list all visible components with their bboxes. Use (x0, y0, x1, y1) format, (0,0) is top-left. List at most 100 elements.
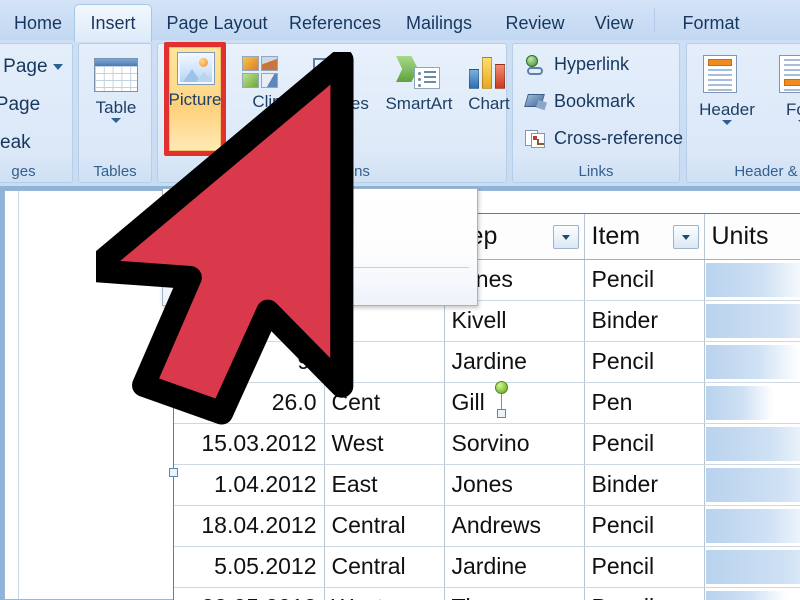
cell-region[interactable]: Central (324, 505, 445, 547)
cell-rep[interactable]: Gill (444, 382, 585, 424)
table-button[interactable]: Table (83, 50, 149, 123)
ribbon-groups: er Page k Page Break ges Table Tables (0, 40, 800, 186)
cell-units[interactable]: 3 (704, 587, 800, 600)
table-row[interactable]: 9. JardinePencil3 (174, 341, 800, 383)
filter-dropdown-rep[interactable] (552, 225, 579, 249)
group-label-header-footer: Header & (734, 163, 798, 180)
cell-item[interactable]: Pencil (584, 259, 705, 301)
cell-rep[interactable]: Thompson (444, 587, 585, 600)
bookmark-button[interactable]: Bookmark (524, 91, 636, 112)
cell-region[interactable]: West (324, 423, 445, 465)
resize-handle-top[interactable] (497, 409, 506, 418)
bookmark-label: Bookmark (554, 91, 636, 111)
cell-units[interactable]: 7 (704, 505, 800, 547)
clip-art-button[interactable]: Clip Art (233, 50, 301, 136)
chevron-down-icon (335, 114, 345, 119)
cell-item[interactable]: Binder (584, 300, 705, 342)
footer-button[interactable]: Foot (767, 50, 800, 125)
cell-date[interactable]: 1.04.2012 (174, 464, 325, 506)
tab-mailings[interactable]: Mailings (396, 6, 482, 40)
cell-date[interactable]: 22.05.2012 (174, 587, 325, 600)
cell-item[interactable]: Pencil (584, 341, 705, 383)
cell-units[interactable]: 5 (704, 300, 800, 342)
table-row[interactable]: 1.04.2012EastJonesBinder6 (174, 464, 800, 506)
rotation-handle[interactable] (495, 381, 508, 394)
cross-reference-icon (525, 129, 547, 149)
column-header-units-label: Units (711, 221, 769, 250)
clip-art-label-line1: Clip (252, 92, 282, 111)
cell-date[interactable]: 2 (174, 300, 325, 342)
cell-region[interactable]: Cent (324, 382, 445, 424)
cell-item[interactable]: Binder (584, 464, 705, 506)
cell-item[interactable]: Pencil (584, 423, 705, 465)
cell-region[interactable]: Central (324, 546, 445, 588)
table-row[interactable]: 5.05.2012CentralJardinePencil9 (174, 546, 800, 588)
table-row[interactable]: 15.03.2012WestSorvinoPencil5 (174, 423, 800, 465)
chart-label: Chart (468, 94, 510, 113)
tab-review[interactable]: Review (496, 6, 574, 40)
cell-date[interactable]: 18.04.2012 (174, 505, 325, 547)
cell-item[interactable]: Pencil (584, 505, 705, 547)
units-value: 3 (712, 342, 800, 382)
hyperlink-button[interactable]: Hyperlink (525, 54, 629, 75)
group-tables: Table Tables (78, 43, 152, 183)
cell-date[interactable]: 9. (174, 341, 325, 383)
group-pages: er Page k Page Break ges (0, 43, 73, 183)
table-body: JonesPencil92alKivellBinder59.JardinePen… (174, 259, 800, 600)
cell-item[interactable]: Pen (584, 382, 705, 424)
cell-region[interactable]: al (324, 300, 445, 342)
cell-rep[interactable]: Jardine (444, 341, 585, 383)
table-row[interactable]: 26.0CentGillPen2 (174, 382, 800, 424)
clip-art-icon (242, 56, 278, 88)
cell-units[interactable]: 9 (704, 259, 800, 301)
cover-page-button[interactable]: er Page (0, 56, 63, 78)
bookmark-icon (524, 92, 548, 112)
chevron-down-icon (262, 131, 272, 136)
help-icon: ? (175, 273, 200, 298)
cell-units[interactable]: 3 (704, 341, 800, 383)
cross-reference-button[interactable]: Cross-reference (525, 128, 683, 149)
cell-rep[interactable]: Kivell (444, 300, 585, 342)
chart-button[interactable]: Chart (458, 50, 520, 113)
tab-view[interactable]: View (586, 6, 642, 40)
tab-format[interactable]: Format (668, 6, 754, 40)
cell-region[interactable]: East (324, 464, 445, 506)
cell-rep[interactable]: Jardine (444, 546, 585, 588)
cell-date[interactable]: 15.03.2012 (174, 423, 325, 465)
cell-date[interactable]: 26.0 (174, 382, 325, 424)
group-links: Hyperlink Bookmark Cross-reference Links (512, 43, 683, 183)
smartart-button[interactable]: SmartArt (376, 50, 462, 113)
cell-rep[interactable]: Sorvino (444, 423, 585, 465)
cell-units[interactable]: 5 (704, 423, 800, 465)
tab-insert[interactable]: Insert (74, 4, 152, 42)
cell-rep[interactable]: Jones (444, 464, 585, 506)
cell-units[interactable]: 2 (704, 382, 800, 424)
cell-units[interactable]: 9 (704, 546, 800, 588)
cell-region[interactable]: West (324, 587, 445, 600)
page-break-label: Break (0, 132, 31, 153)
page-break-button[interactable]: Break (0, 132, 31, 154)
cross-reference-label: Cross-reference (554, 128, 684, 148)
cell-item[interactable]: Pencil (584, 587, 705, 600)
shapes-label: Shapes (311, 94, 369, 113)
tab-references[interactable]: References (284, 6, 386, 40)
tab-page-layout[interactable]: Page Layout (158, 6, 276, 40)
chevron-down-icon (52, 64, 63, 70)
column-header-units: Units (704, 214, 800, 260)
cell-rep[interactable]: Andrews (444, 505, 585, 547)
cell-item[interactable]: Pencil (584, 546, 705, 588)
blank-page-button[interactable]: k Page (0, 94, 40, 116)
header-label: Header (699, 100, 755, 119)
cell-region[interactable] (324, 341, 445, 383)
filter-dropdown-item[interactable] (672, 225, 699, 249)
tab-home[interactable]: Home (6, 6, 70, 40)
resize-handle-left[interactable] (169, 468, 178, 477)
header-button[interactable]: Header (691, 50, 763, 125)
shapes-button[interactable]: Shapes (305, 50, 375, 119)
table-row[interactable]: 18.04.2012CentralAndrewsPencil7 (174, 505, 800, 547)
table-row[interactable]: 22.05.2012WestThompsonPencil 3 (174, 587, 800, 600)
cell-date[interactable]: 5.05.2012 (174, 546, 325, 588)
hyperlink-label: Hyperlink (554, 54, 630, 74)
table-row[interactable]: 2alKivellBinder5 (174, 300, 800, 342)
cell-units[interactable]: 6 (704, 464, 800, 506)
